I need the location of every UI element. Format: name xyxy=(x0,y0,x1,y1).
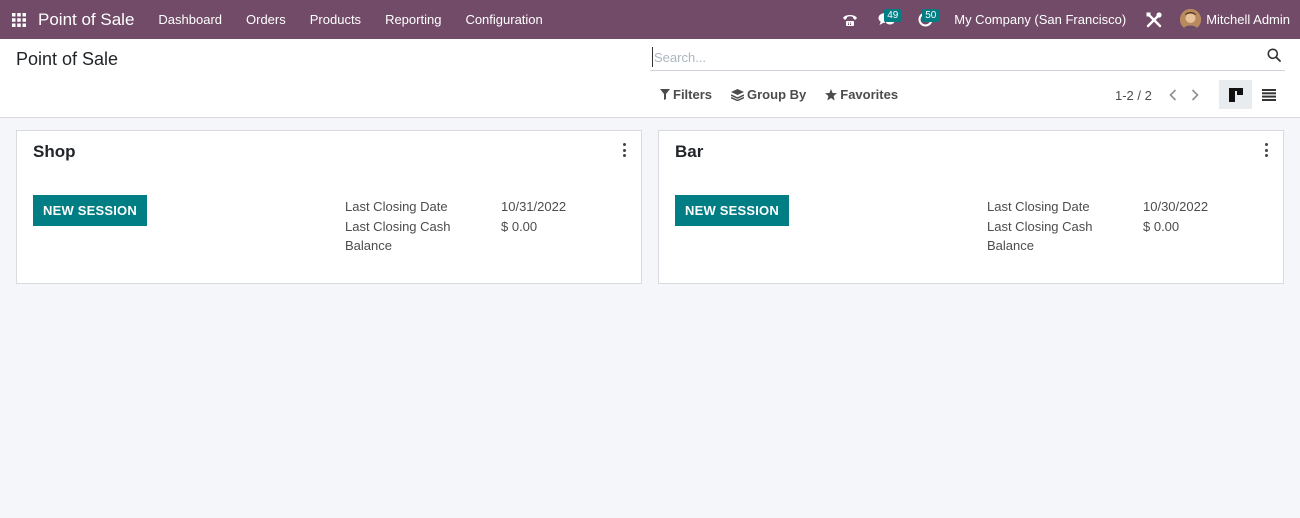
search-options: Filters Group By Favorites xyxy=(660,87,917,102)
card-info-labels: Last Closing Date Last Closing Cash Bala… xyxy=(345,197,485,256)
menu-products[interactable]: Products xyxy=(298,0,373,39)
debug-tools-icon[interactable] xyxy=(1136,0,1172,39)
systray: 49 50 My Company (San Francisco) Mitchel… xyxy=(832,0,1300,39)
pos-card-shop: Shop NEW SESSION Last Closing Date Last … xyxy=(16,130,642,284)
search-bar xyxy=(650,45,1285,71)
app-title[interactable]: Point of Sale xyxy=(38,10,134,30)
card-info-labels: Last Closing Date Last Closing Cash Bala… xyxy=(987,197,1127,256)
pager: 1-2 / 2 xyxy=(1115,86,1206,104)
filter-icon xyxy=(660,89,670,100)
kanban-view-button[interactable] xyxy=(1219,80,1252,109)
user-name: Mitchell Admin xyxy=(1206,12,1290,27)
activities-badge: 50 xyxy=(922,9,940,22)
last-closing-date-label: Last Closing Date xyxy=(987,199,1090,214)
list-icon xyxy=(1261,88,1276,101)
search-input[interactable] xyxy=(652,47,1252,67)
star-icon xyxy=(825,88,838,100)
card-info-values: 10/30/2022 $ 0.00 xyxy=(1143,197,1208,236)
card-dropdown-icon[interactable] xyxy=(1261,143,1271,157)
view-switcher xyxy=(1219,80,1285,109)
last-closing-cash-value: $ 0.00 xyxy=(501,218,538,234)
activities-icon[interactable]: 50 xyxy=(906,0,944,39)
phone-icon[interactable] xyxy=(832,0,868,39)
group-by-button[interactable]: Group By xyxy=(731,87,806,102)
top-navbar: Point of Sale Dashboard Orders Products … xyxy=(0,0,1300,39)
favorites-label: Favorites xyxy=(840,87,899,102)
messages-icon[interactable]: 49 xyxy=(868,0,906,39)
list-view-button[interactable] xyxy=(1252,80,1285,109)
last-closing-cash-value: $ 0.00 xyxy=(1143,218,1180,234)
filters-button[interactable]: Filters xyxy=(660,87,712,102)
main-menu: Dashboard Orders Products Reporting Conf… xyxy=(146,0,554,39)
card-info-values: 10/31/2022 $ 0.00 xyxy=(501,197,566,236)
pager-next-icon[interactable] xyxy=(1184,86,1206,104)
card-title: Bar xyxy=(675,142,704,161)
group-by-label: Group By xyxy=(747,87,807,102)
card-dropdown-icon[interactable] xyxy=(619,143,629,157)
new-session-button[interactable]: NEW SESSION xyxy=(33,195,147,226)
card-title: Shop xyxy=(33,142,76,161)
last-closing-date-value: 10/31/2022 xyxy=(501,199,567,214)
menu-configuration[interactable]: Configuration xyxy=(453,0,554,39)
pos-card-bar: Bar NEW SESSION Last Closing Date Last C… xyxy=(658,130,1284,284)
favorites-button[interactable]: Favorites xyxy=(825,87,898,102)
last-closing-cash-label: Last Closing Cash Balance xyxy=(345,218,451,254)
pager-previous-icon[interactable] xyxy=(1162,86,1184,104)
avatar xyxy=(1180,9,1202,30)
menu-reporting[interactable]: Reporting xyxy=(373,0,453,39)
last-closing-date-label: Last Closing Date xyxy=(345,199,448,214)
menu-dashboard[interactable]: Dashboard xyxy=(146,0,234,39)
search-icon[interactable] xyxy=(1267,48,1281,65)
last-closing-date-value: 10/30/2022 xyxy=(1143,199,1209,214)
new-session-button[interactable]: NEW SESSION xyxy=(675,195,789,226)
user-menu[interactable]: Mitchell Admin xyxy=(1172,9,1300,30)
messages-badge: 49 xyxy=(884,9,902,22)
pager-value[interactable]: 1-2 / 2 xyxy=(1115,88,1152,103)
breadcrumb: Point of Sale xyxy=(16,49,119,69)
kanban-icon xyxy=(1228,87,1243,102)
last-closing-cash-label: Last Closing Cash Balance xyxy=(987,218,1093,254)
menu-orders[interactable]: Orders xyxy=(234,0,298,39)
apps-menu-icon[interactable] xyxy=(0,0,38,39)
control-panel: Point of Sale Filters Group By xyxy=(0,39,1300,118)
filters-label: Filters xyxy=(673,87,713,102)
company-switcher[interactable]: My Company (San Francisco) xyxy=(944,12,1136,27)
layers-icon xyxy=(731,88,745,101)
